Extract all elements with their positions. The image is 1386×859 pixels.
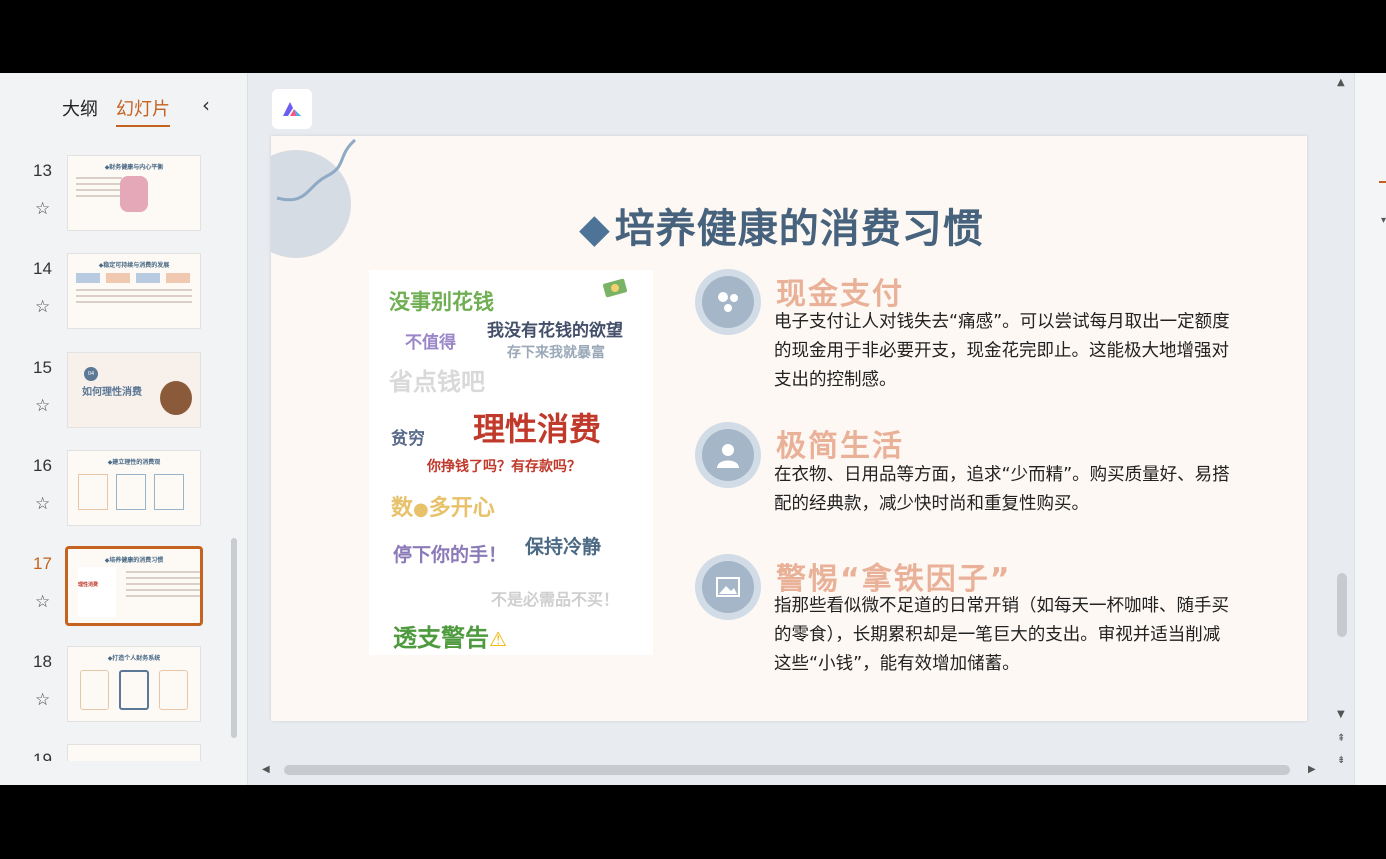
vertical-scrollbar[interactable] (1337, 573, 1347, 637)
star-icon[interactable]: ☆ (35, 396, 50, 416)
slide-thumbnail-item[interactable]: 15 ☆ 04 如何理性消费 (0, 352, 230, 432)
slide-thumbnail[interactable]: ◆建立理性的消费观 (67, 450, 201, 526)
slide-number: 17 (33, 554, 52, 573)
item-title: 现金支付 (776, 277, 904, 312)
slide-thumbnail-active[interactable]: ◆培养健康的消费习惯 理性消费 (65, 546, 203, 626)
item-text: 在衣物、日用品等方面，追求“少而精”。购买质量好、易搭配的经典款，减少快时尚和重… (774, 465, 1230, 514)
slide-title-text: 培养健康的消费习惯 (614, 206, 984, 252)
star-icon[interactable]: ☆ (35, 297, 50, 317)
slide-thumbnail-item[interactable]: 19 (0, 744, 230, 761)
slide-thumbnail-item[interactable]: 17 ☆ ◆培养健康的消费习惯 理性消费 (0, 546, 230, 628)
gears-person-icon (695, 269, 761, 335)
slide-thumbnail-item[interactable]: 16 ☆ ◆建立理性的消费观 (0, 450, 230, 530)
thumbnail-content (76, 273, 192, 283)
thumbnail-title: ◆培养健康的消费习惯 (104, 557, 164, 564)
wordcloud-word: 你挣钱了吗？有存款吗？ (427, 459, 581, 475)
slide-thumbnail-item[interactable]: 14 ☆ ◆稳定可持续与消费的发展 (0, 253, 230, 333)
thumbnail-title: ◆稳定可持续与消费的发展 (98, 262, 170, 269)
chevron-left-icon[interactable]: ‹ (202, 93, 210, 117)
wordcloud-word: 贫穷 (391, 429, 425, 449)
bunny-illustration (120, 176, 148, 212)
slide-number: 15 (33, 358, 52, 377)
slide-thumbnail[interactable]: ◆财务健康与内心平衡 (67, 155, 201, 231)
slide-thumbnail-item[interactable]: 13 ☆ ◆财务健康与内心平衡 (0, 155, 230, 235)
thumbnail-title: ◆财务健康与内心平衡 (104, 164, 164, 171)
star-icon[interactable]: ☆ (35, 199, 50, 219)
wordcloud-word: 透支警告⚠ (393, 624, 507, 652)
decorative-wave (276, 138, 357, 202)
presentation-app: 大纲 幻灯片 ‹ 13 ☆ ◆财务健康与内心平衡 14 ☆ ◆稳定可持续与消费的… (0, 73, 1386, 785)
slide-number: 14 (33, 259, 52, 278)
thumbnail-title: 如何理性消费 (82, 387, 142, 398)
chevron-down-icon[interactable]: ▾ (1381, 215, 1386, 226)
slide-thumbnail-item[interactable]: 18 ☆ ◆打造个人财务系统 (0, 646, 230, 726)
scroll-down-icon[interactable]: ▼ (1337, 709, 1345, 720)
wordcloud-word: 停下你的手！ (393, 544, 508, 566)
navigator-tabs: 大纲 幻灯片 (62, 95, 170, 127)
scroll-up-icon[interactable]: ▲ (1337, 77, 1345, 88)
money-bag-icon: ● (413, 499, 429, 520)
wordcloud-word: 理性消费 (473, 410, 602, 448)
thumbnail-content (78, 474, 190, 510)
slide-thumbnail[interactable] (67, 744, 201, 761)
slide-title: ◆ 培养健康的消费习惯 (579, 196, 984, 254)
wordcloud-word: 保持冷静 (525, 536, 602, 558)
slide-navigator-panel: 大纲 幻灯片 ‹ 13 ☆ ◆财务健康与内心平衡 14 ☆ ◆稳定可持续与消费的… (0, 73, 248, 785)
wordcloud-word: 我没有花钱的欲望 (487, 321, 623, 341)
slide-number: 19 (33, 750, 52, 761)
money-icon (603, 278, 627, 298)
slide-number: 18 (33, 652, 52, 671)
right-panel-tab[interactable] (1379, 153, 1386, 183)
wordcloud-word: 不是必需品不买！ (491, 590, 620, 609)
star-icon[interactable]: ☆ (35, 494, 50, 514)
image-icon (695, 554, 761, 620)
slide-thumbnail[interactable]: ◆稳定可持续与消费的发展 (67, 253, 201, 329)
ai-logo-icon (283, 102, 301, 116)
wordcloud-word: 存下来我就暴富 (507, 345, 605, 361)
star-icon[interactable]: ☆ (35, 690, 50, 710)
wordcloud-word: 不值得 (405, 333, 456, 353)
thumbnail-title: ◆建立理性的消费观 (107, 459, 161, 466)
item-text: 指那些看似微不足道的日常开销（如每天一杯咖啡、随手买的零食），长期累积却是一笔巨… (774, 596, 1229, 674)
previous-slide-icon[interactable]: ⇞ (1337, 733, 1345, 744)
wordcloud-word: 省点钱吧 (389, 368, 485, 396)
slide-canvas[interactable]: ◆ 培养健康的消费习惯 没事别花钱 不值得 我没有花钱的欲望 存下来我就暴富 省点… (271, 136, 1307, 721)
slide-number: 16 (33, 456, 52, 475)
tab-outline[interactable]: 大纲 (62, 95, 98, 121)
person-icon (695, 422, 761, 488)
slide-thumbnail[interactable]: 04 如何理性消费 (67, 352, 201, 428)
next-slide-icon[interactable]: ⇟ (1337, 755, 1345, 766)
wordcloud-image[interactable]: 没事别花钱 不值得 我没有花钱的欲望 存下来我就暴富 省点钱吧 贫穷 理性消费 … (369, 270, 653, 655)
ai-assistant-button[interactable] (272, 89, 312, 129)
thumbnail-title: ◆打造个人财务系统 (107, 655, 161, 662)
scroll-right-icon[interactable]: ▶ (1308, 764, 1316, 775)
wordcloud-word: 数●多开心 (391, 496, 495, 521)
item-title: 极简生活 (776, 429, 904, 464)
thumbnail-content (80, 670, 188, 710)
slide-thumbnail[interactable]: ◆打造个人财务系统 (67, 646, 201, 722)
slide-number: 13 (33, 161, 52, 180)
horizontal-scrollbar[interactable] (284, 765, 1290, 775)
tab-slides[interactable]: 幻灯片 (116, 95, 170, 127)
wordcloud-word: 没事别花钱 (389, 290, 494, 314)
section-badge: 04 (84, 367, 98, 381)
title-prefix: ◆ (579, 206, 611, 252)
item-text: 电子支付让人对钱失去“痛感”。可以尝试每月取出一定额度的现金用于非必要开支，现金… (774, 312, 1230, 390)
navigator-scrollbar[interactable] (231, 538, 237, 738)
dog-illustration (160, 381, 192, 415)
thumbnail-wordcloud: 理性消费 (78, 567, 116, 617)
star-icon[interactable]: ☆ (35, 592, 50, 612)
warning-icon: ⚠ (489, 627, 507, 651)
scroll-left-icon[interactable]: ◀ (262, 764, 270, 775)
